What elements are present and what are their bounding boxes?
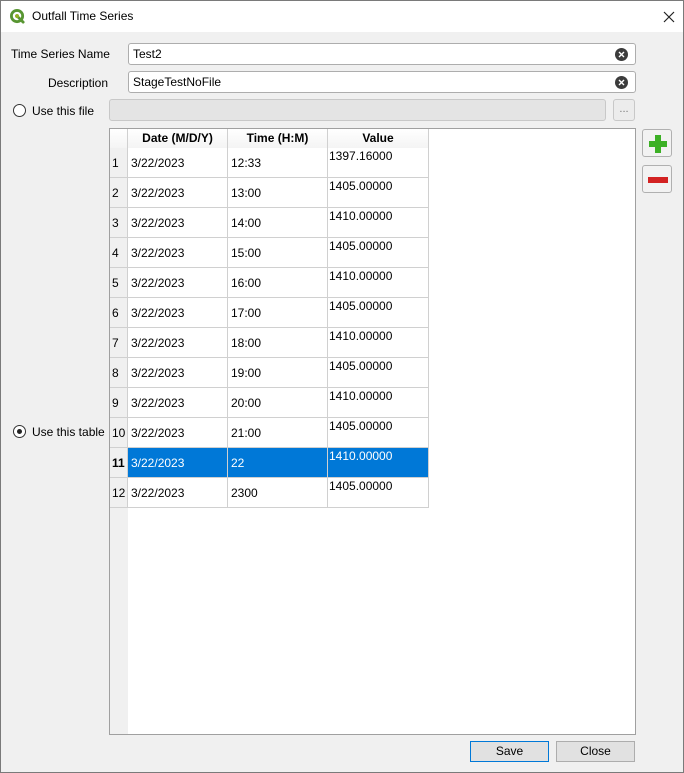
value-cell[interactable]: 1410.00000 <box>328 328 429 358</box>
row-number[interactable]: 10 <box>110 418 128 448</box>
table-row[interactable]: 4 3/22/2023 15:00 1405.00000 <box>110 238 429 268</box>
table-row[interactable]: 11 3/22/2023 22 1410.00000 <box>110 448 429 478</box>
table-row[interactable]: 8 3/22/2023 19:00 1405.00000 <box>110 358 429 388</box>
row-number[interactable]: 1 <box>110 148 128 178</box>
clear-icon <box>618 79 625 86</box>
time-series-table[interactable]: Date (M/D/Y) Time (H:M) Value 1 3/22/2023… <box>109 128 636 735</box>
clear-icon <box>618 51 625 58</box>
time-cell[interactable]: 19:00 <box>228 358 328 388</box>
date-cell[interactable]: 3/22/2023 <box>128 358 228 388</box>
value-cell[interactable]: 1405.00000 <box>328 238 429 268</box>
time-series-name-value: Test2 <box>133 47 162 61</box>
save-button[interactable]: Save <box>470 741 549 762</box>
date-cell[interactable]: 3/22/2023 <box>128 208 228 238</box>
window-close-button[interactable] <box>655 1 683 32</box>
time-cell[interactable]: 22 <box>228 448 328 478</box>
date-cell[interactable]: 3/22/2023 <box>128 418 228 448</box>
column-header-date[interactable]: Date (M/D/Y) <box>128 129 228 148</box>
time-cell[interactable]: 14:00 <box>228 208 328 238</box>
close-icon <box>663 11 675 22</box>
row-number[interactable]: 8 <box>110 358 128 388</box>
value-cell[interactable]: 1405.00000 <box>328 478 429 508</box>
plus-icon-horizontal <box>649 141 667 147</box>
date-cell[interactable]: 3/22/2023 <box>128 478 228 508</box>
date-cell[interactable]: 3/22/2023 <box>128 328 228 358</box>
clear-name-button[interactable] <box>615 48 628 61</box>
time-cell[interactable]: 18:00 <box>228 328 328 358</box>
value-cell[interactable]: 1405.00000 <box>328 418 429 448</box>
close-button[interactable]: Close <box>556 741 635 762</box>
time-cell[interactable]: 20:00 <box>228 388 328 418</box>
value-cell[interactable]: 1405.00000 <box>328 178 429 208</box>
row-number[interactable]: 2 <box>110 178 128 208</box>
table-row[interactable]: 1 3/22/2023 12:33 1397.16000 <box>110 148 429 178</box>
minus-icon-bar <box>648 177 668 183</box>
column-header-value[interactable]: Value <box>328 129 429 148</box>
clear-description-button[interactable] <box>615 76 628 89</box>
corner-header[interactable] <box>110 129 128 148</box>
time-series-name-label: Time Series Name <box>11 47 110 61</box>
file-path-input[interactable] <box>109 99 606 121</box>
table-header: Date (M/D/Y) Time (H:M) Value <box>110 129 429 148</box>
time-cell[interactable]: 16:00 <box>228 268 328 298</box>
row-number[interactable]: 4 <box>110 238 128 268</box>
value-cell[interactable]: 1405.00000 <box>328 358 429 388</box>
use-table-radio[interactable] <box>13 425 26 438</box>
time-cell[interactable]: 2300 <box>228 478 328 508</box>
table-row[interactable]: 3 3/22/2023 14:00 1410.00000 <box>110 208 429 238</box>
date-cell[interactable]: 3/22/2023 <box>128 298 228 328</box>
use-file-label: Use this file <box>32 104 95 118</box>
table-row[interactable]: 10 3/22/2023 21:00 1405.00000 <box>110 418 429 448</box>
dialog-window: Outfall Time Series Time Series Name Tes… <box>0 0 684 773</box>
time-cell[interactable]: 15:00 <box>228 238 328 268</box>
table-row[interactable]: 7 3/22/2023 18:00 1410.00000 <box>110 328 429 358</box>
value-cell[interactable]: 1397.16000 <box>328 148 429 178</box>
row-number[interactable]: 3 <box>110 208 128 238</box>
date-cell[interactable]: 3/22/2023 <box>128 268 228 298</box>
value-cell[interactable]: 1405.00000 <box>328 298 429 328</box>
table-row[interactable]: 2 3/22/2023 13:00 1405.00000 <box>110 178 429 208</box>
value-cell[interactable]: 1410.00000 <box>328 268 429 298</box>
value-cell[interactable]: 1410.00000 <box>328 208 429 238</box>
table-row[interactable]: 9 3/22/2023 20:00 1410.00000 <box>110 388 429 418</box>
value-cell[interactable]: 1410.00000 <box>328 388 429 418</box>
time-cell[interactable]: 13:00 <box>228 178 328 208</box>
value-cell[interactable]: 1410.00000 <box>328 448 429 478</box>
remove-row-button[interactable] <box>642 165 672 193</box>
minus-icon <box>648 177 668 183</box>
table-row[interactable]: 12 3/22/2023 2300 1405.00000 <box>110 478 429 508</box>
table-row[interactable]: 5 3/22/2023 16:00 1410.00000 <box>110 268 429 298</box>
title-bar: Outfall Time Series <box>1 1 683 32</box>
use-table-label: Use this table <box>32 425 105 439</box>
description-label: Description <box>47 76 108 90</box>
time-cell[interactable]: 17:00 <box>228 298 328 328</box>
description-input[interactable]: StageTestNoFile <box>128 71 636 93</box>
browse-file-button[interactable]: ... <box>613 99 635 121</box>
date-cell[interactable]: 3/22/2023 <box>128 148 228 178</box>
add-row-button[interactable] <box>642 129 672 157</box>
date-cell[interactable]: 3/22/2023 <box>128 178 228 208</box>
row-number[interactable]: 7 <box>110 328 128 358</box>
row-number[interactable]: 11 <box>110 448 128 478</box>
time-cell[interactable]: 12:33 <box>228 148 328 178</box>
plus-icon <box>649 135 667 153</box>
table-row[interactable]: 6 3/22/2023 17:00 1405.00000 <box>110 298 429 328</box>
window-title: Outfall Time Series <box>32 9 134 23</box>
use-file-radio[interactable] <box>13 104 26 117</box>
qgis-logo-icon <box>10 9 25 24</box>
date-cell[interactable]: 3/22/2023 <box>128 388 228 418</box>
date-cell[interactable]: 3/22/2023 <box>128 238 228 268</box>
row-number[interactable]: 5 <box>110 268 128 298</box>
time-cell[interactable]: 21:00 <box>228 418 328 448</box>
row-number[interactable]: 12 <box>110 478 128 508</box>
description-value: StageTestNoFile <box>133 75 222 89</box>
row-number[interactable]: 6 <box>110 298 128 328</box>
date-cell[interactable]: 3/22/2023 <box>128 448 228 478</box>
row-number[interactable]: 9 <box>110 388 128 418</box>
column-header-time[interactable]: Time (H:M) <box>228 129 328 148</box>
time-series-name-input[interactable]: Test2 <box>128 43 636 65</box>
